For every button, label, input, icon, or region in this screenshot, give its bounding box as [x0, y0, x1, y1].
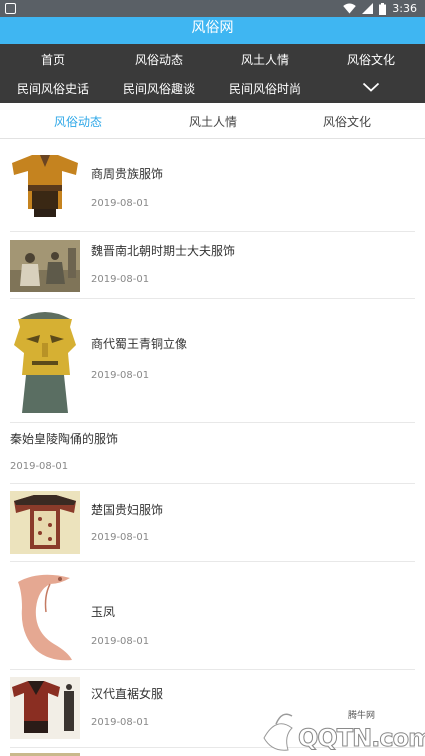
article-date: 2019-08-01 [91, 370, 150, 381]
list-item[interactable]: 商周贵族服饰 2019-08-01 [0, 140, 425, 232]
app-title-bar: 风俗网 [0, 17, 425, 44]
tab-bar: 风俗动态 风土人情 风俗文化 [0, 103, 425, 139]
status-time: 3:36 [392, 2, 417, 15]
article-title: 秦始皇陵陶俑的服饰 [10, 432, 119, 446]
article-title: 汉代直裾女服 [91, 687, 164, 701]
article-date: 2019-08-01 [91, 636, 150, 647]
article-thumbnail [10, 240, 80, 292]
article-title: 魏晋南北朝时期士大夫服饰 [91, 244, 236, 258]
tab-custom-news[interactable]: 风俗动态 [54, 113, 102, 130]
watermark-small-label: 腾牛网 [348, 711, 376, 721]
status-bar: 3:36 [0, 0, 425, 17]
list-item[interactable]: 魏晋南北朝时期士大夫服饰 2019-08-01 [0, 232, 425, 299]
category-nav: 首页 风俗动态 风土人情 风俗文化 民间风俗史话 民间风俗趣谈 民间风俗时尚 [0, 44, 425, 103]
nav-item-custom-culture[interactable]: 风俗文化 [347, 51, 395, 68]
article-thumbnail [10, 568, 80, 664]
tab-local-customs[interactable]: 风土人情 [189, 113, 237, 130]
article-title: 商周贵族服饰 [91, 167, 164, 181]
article-thumbnail [10, 305, 80, 415]
list-item[interactable]: 秦始皇陵陶俑的服饰 2019-08-01 [0, 423, 425, 484]
nav-item-local-customs[interactable]: 风土人情 [241, 51, 289, 68]
nav-item-home[interactable]: 首页 [41, 51, 65, 68]
article-date: 2019-08-01 [91, 198, 150, 209]
nav-item-folk-history[interactable]: 民间风俗史话 [17, 80, 89, 97]
watermark-brand: QQTN.com [297, 724, 425, 753]
article-title: 玉凤 [91, 605, 116, 619]
article-title: 商代蜀王青铜立像 [91, 337, 188, 351]
list-item[interactable]: 商代蜀王青铜立像 2019-08-01 [0, 299, 425, 423]
watermark-logo: 腾牛网 QQTN.com [258, 706, 425, 756]
status-icons: 3:36 [343, 2, 417, 15]
tab-custom-culture[interactable]: 风俗文化 [323, 113, 371, 130]
article-date: 2019-08-01 [91, 532, 150, 543]
list-item[interactable]: 楚国贵妇服饰 2019-08-01 [0, 484, 425, 562]
article-thumbnail [10, 151, 80, 221]
article-title: 楚国贵妇服饰 [91, 503, 164, 517]
article-thumbnail [10, 677, 80, 739]
article-date: 2019-08-01 [91, 717, 150, 728]
nav-item-folk-anecdotes[interactable]: 民间风俗趣谈 [123, 80, 195, 97]
article-date: 2019-08-01 [10, 461, 69, 472]
article-date: 2019-08-01 [91, 274, 150, 285]
list-item[interactable]: 玉凤 2019-08-01 [0, 562, 425, 670]
nav-item-custom-news[interactable]: 风俗动态 [135, 51, 183, 68]
article-thumbnail [10, 491, 80, 554]
wifi-icon [343, 3, 357, 14]
chevron-down-icon[interactable] [362, 82, 380, 93]
signal-icon [362, 3, 374, 14]
nav-item-folk-fashion[interactable]: 民间风俗时尚 [229, 80, 301, 97]
app-notification-icon [5, 3, 16, 14]
battery-icon [379, 2, 387, 15]
page-title: 风俗网 [191, 20, 234, 36]
